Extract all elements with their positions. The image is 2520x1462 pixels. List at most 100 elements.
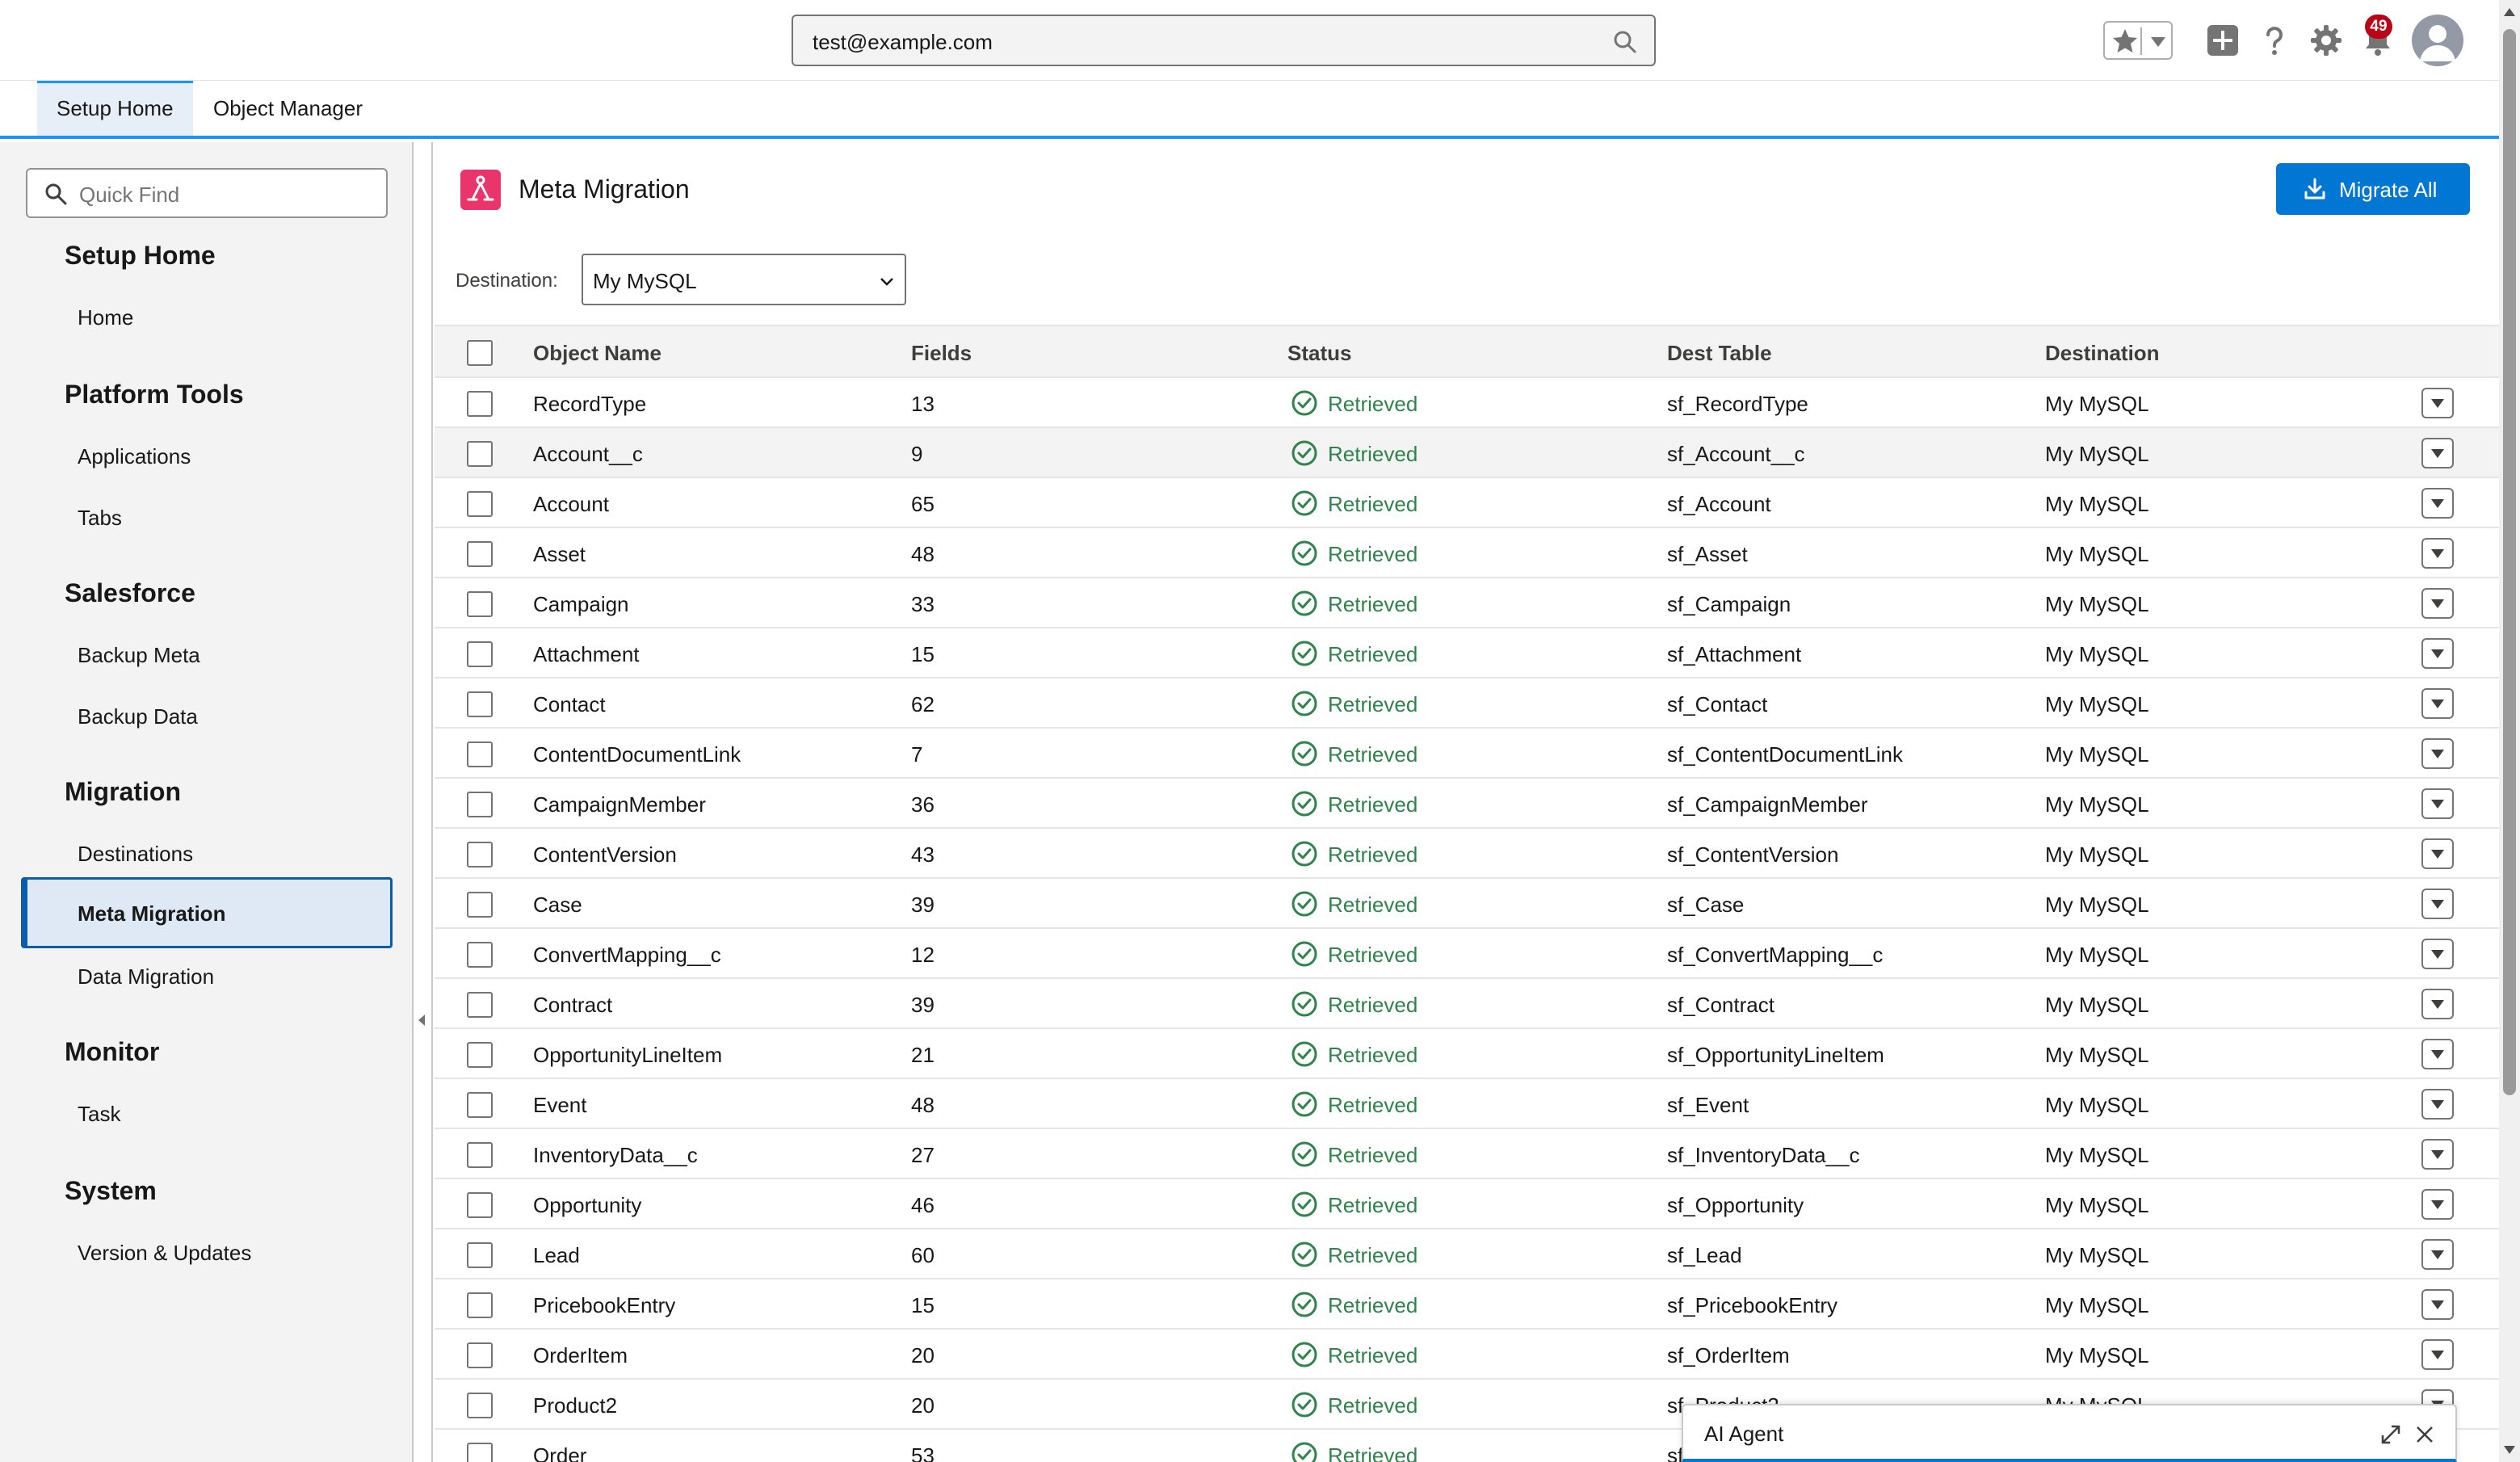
table-row[interactable]: OpportunityLineItem 21 Retrieved sf_Opportu…	[435, 1029, 2499, 1079]
table-row[interactable]: PricebookEntry 15 Retrieved sf_PricebookEnt…	[435, 1279, 2499, 1330]
row-actions-button[interactable]	[2421, 838, 2454, 869]
column-status[interactable]: Status	[1287, 341, 1351, 366]
scroll-down-icon[interactable]	[2504, 1446, 2515, 1454]
row-checkbox[interactable]	[467, 491, 493, 517]
sidebar-item-meta-migration[interactable]: Meta Migration	[21, 877, 393, 948]
sidebar-item-applications[interactable]: Applications	[78, 444, 191, 469]
add-icon[interactable]	[2205, 23, 2241, 58]
cell-destination: My MySQL	[2045, 642, 2149, 666]
tab-object-manager[interactable]: Object Manager	[194, 81, 382, 136]
row-actions-button[interactable]	[2421, 1289, 2454, 1320]
table-row[interactable]: Contact 62 Retrieved sf_Contact My MySQL	[435, 678, 2499, 729]
table-row[interactable]: Account 65 Retrieved sf_Account My MySQL	[435, 478, 2499, 528]
table-row[interactable]: Event 48 Retrieved sf_Event My MySQL	[435, 1079, 2499, 1129]
table-row[interactable]: Lead 60 Retrieved sf_Lead My MySQL	[435, 1229, 2499, 1279]
row-checkbox[interactable]	[467, 441, 493, 467]
row-checkbox[interactable]	[467, 1242, 493, 1268]
table-row[interactable]: CampaignMember 36 Retrieved sf_CampaignMemb…	[435, 779, 2499, 829]
row-actions-button[interactable]	[2421, 788, 2454, 819]
row-actions-button[interactable]	[2421, 538, 2454, 569]
scrollbar-thumb[interactable]	[2503, 29, 2516, 1095]
select-all-checkbox[interactable]	[467, 340, 493, 366]
table-row[interactable]: Attachment 15 Retrieved sf_Attachment My MyS…	[435, 628, 2499, 678]
close-icon[interactable]	[2413, 1423, 2436, 1446]
row-actions-button[interactable]	[2421, 1139, 2454, 1170]
row-actions-button[interactable]	[2421, 939, 2454, 969]
gear-icon[interactable]	[2308, 23, 2344, 58]
search-icon[interactable]	[1612, 29, 1638, 55]
page-scrollbar[interactable]	[2499, 0, 2520, 1462]
row-checkbox[interactable]	[467, 992, 493, 1018]
sidebar-item-data-migration[interactable]: Data Migration	[78, 964, 214, 989]
table-row[interactable]: RecordType 13 Retrieved sf_RecordType My MyS…	[435, 378, 2499, 428]
row-checkbox[interactable]	[467, 391, 493, 417]
row-actions-button[interactable]	[2421, 388, 2454, 418]
row-checkbox[interactable]	[467, 541, 493, 567]
row-checkbox[interactable]	[467, 892, 493, 918]
row-checkbox[interactable]	[467, 1092, 493, 1118]
row-checkbox[interactable]	[467, 1342, 493, 1368]
row-actions-button[interactable]	[2421, 488, 2454, 519]
sidebar-item-home[interactable]: Home	[78, 305, 133, 330]
column-fields[interactable]: Fields	[911, 341, 972, 366]
row-checkbox[interactable]	[467, 742, 493, 767]
table-row[interactable]: Account__c 9 Retrieved sf_Account__c My MySQ…	[435, 428, 2499, 478]
column-dest-table[interactable]: Dest Table	[1667, 341, 1772, 366]
row-checkbox[interactable]	[467, 691, 493, 717]
row-actions-button[interactable]	[2421, 638, 2454, 669]
table-row[interactable]: Asset 48 Retrieved sf_Asset My MySQL	[435, 528, 2499, 578]
avatar[interactable]	[2412, 15, 2463, 66]
row-checkbox[interactable]	[467, 1192, 493, 1218]
row-actions-button[interactable]	[2421, 1339, 2454, 1370]
quick-find-input[interactable]: Quick Find	[26, 168, 388, 218]
row-actions-button[interactable]	[2421, 1189, 2454, 1220]
row-checkbox[interactable]	[467, 1443, 493, 1462]
table-row[interactable]: ContentVersion 43 Retrieved sf_ContentVersi…	[435, 829, 2499, 879]
row-actions-button[interactable]	[2421, 989, 2454, 1019]
row-checkbox[interactable]	[467, 1292, 493, 1318]
row-actions-button[interactable]	[2421, 588, 2454, 619]
destination-select[interactable]: My MySQL	[582, 254, 906, 305]
table-row[interactable]: Case 39 Retrieved sf_Case My MySQL	[435, 879, 2499, 929]
table-row[interactable]: Opportunity 46 Retrieved sf_Opportunity My M…	[435, 1179, 2499, 1229]
row-checkbox[interactable]	[467, 1142, 493, 1168]
sidebar-item-backup-meta[interactable]: Backup Meta	[78, 643, 200, 668]
sidebar-item-task[interactable]: Task	[78, 1102, 120, 1127]
table-row[interactable]: ConvertMapping__c 12 Retrieved sf_ConvertMa…	[435, 929, 2499, 979]
row-actions-button[interactable]	[2421, 738, 2454, 769]
sidebar-collapse-handle[interactable]	[414, 142, 433, 1462]
sidebar-item-version-updates[interactable]: Version & Updates	[78, 1241, 251, 1266]
global-search-input[interactable]: test@example.com	[792, 15, 1656, 66]
table-row[interactable]: Campaign 33 Retrieved sf_Campaign My MySQL	[435, 578, 2499, 628]
row-actions-button[interactable]	[2421, 1089, 2454, 1120]
tab-setup-home[interactable]: Setup Home	[37, 81, 193, 136]
table-row[interactable]: Contract 39 Retrieved sf_Contract My MySQL	[435, 979, 2499, 1029]
row-checkbox[interactable]	[467, 591, 493, 617]
row-actions-button[interactable]	[2421, 889, 2454, 919]
scroll-up-icon[interactable]	[2504, 8, 2515, 16]
row-actions-button[interactable]	[2421, 1239, 2454, 1270]
table-row[interactable]: ContentDocumentLink 7 Retrieved sf_ContentD…	[435, 729, 2499, 779]
column-destination[interactable]: Destination	[2045, 341, 2160, 366]
sidebar-item-backup-data[interactable]: Backup Data	[78, 704, 198, 729]
favorites-button[interactable]	[2103, 21, 2173, 60]
row-checkbox[interactable]	[467, 942, 493, 968]
migrate-all-button[interactable]: Migrate All	[2276, 163, 2470, 215]
row-actions-button[interactable]	[2421, 438, 2454, 468]
row-checkbox[interactable]	[467, 1393, 493, 1418]
expand-icon[interactable]	[2379, 1423, 2402, 1446]
help-icon[interactable]	[2257, 23, 2292, 58]
row-actions-button[interactable]	[2421, 688, 2454, 719]
ai-agent-panel[interactable]: AI Agent	[1682, 1404, 2457, 1462]
row-checkbox[interactable]	[467, 792, 493, 817]
row-checkbox[interactable]	[467, 1042, 493, 1068]
row-checkbox[interactable]	[467, 641, 493, 667]
table-row[interactable]: OrderItem 20 Retrieved sf_OrderItem My MySQL	[435, 1330, 2499, 1380]
row-checkbox[interactable]	[467, 842, 493, 868]
row-actions-button[interactable]	[2421, 1039, 2454, 1069]
chevron-down-icon[interactable]	[2147, 30, 2169, 53]
table-row[interactable]: InventoryData__c 27 Retrieved sf_InventoryD…	[435, 1129, 2499, 1179]
sidebar-item-tabs[interactable]: Tabs	[78, 506, 122, 531]
column-object-name[interactable]: Object Name	[533, 341, 662, 366]
sidebar-item-destinations[interactable]: Destinations	[78, 842, 193, 867]
